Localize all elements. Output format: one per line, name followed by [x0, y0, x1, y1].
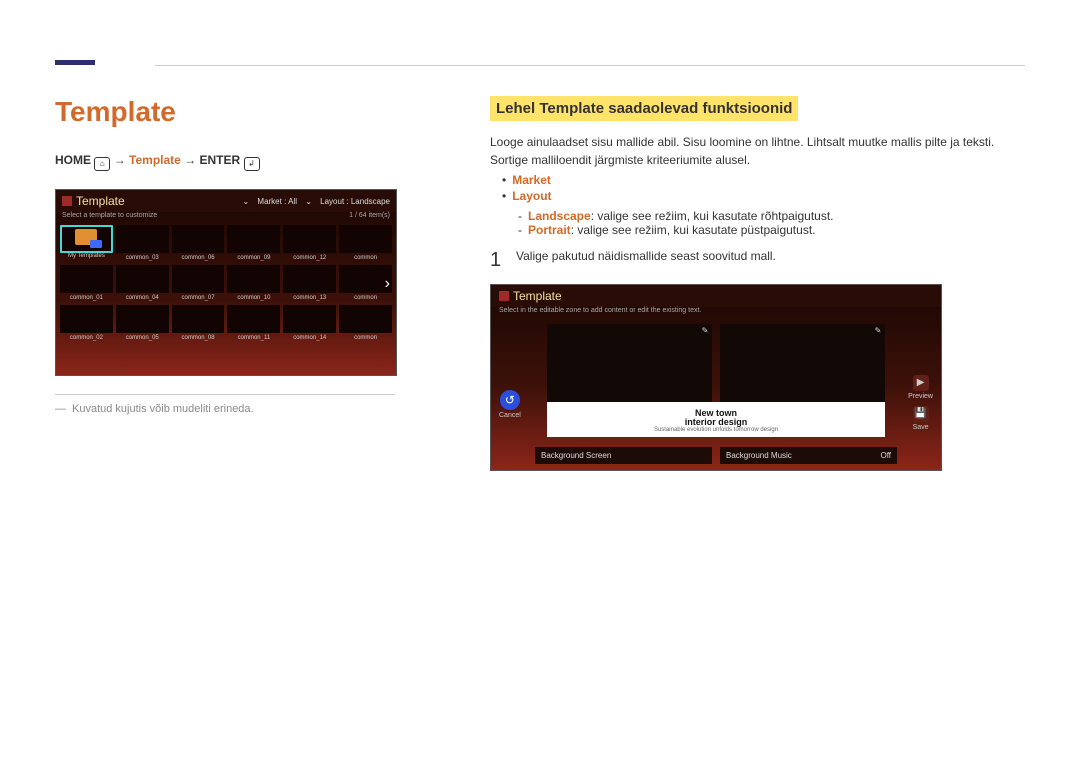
template-cell[interactable]: common_11 [227, 305, 280, 333]
item-count: 1 / 64 item(s) [349, 212, 390, 219]
template-cell[interactable]: common_08 [172, 305, 225, 333]
next-page-arrow-icon[interactable]: › [385, 275, 390, 293]
breadcrumb-arrow: → [184, 153, 199, 167]
bullet-market: Market [512, 173, 551, 187]
page-title: Template [55, 96, 430, 128]
template-cell[interactable]: common_03 [116, 225, 169, 253]
preview-label: Preview [908, 393, 933, 400]
sub-landscape-text: : valige see režiim, kui kasutate rõhtpa… [591, 209, 834, 223]
enter-icon: ↲ [244, 157, 260, 171]
window-title: Template [76, 194, 125, 208]
cancel-icon[interactable]: ↺ [500, 390, 520, 410]
template-cell[interactable]: common_01 [60, 265, 113, 293]
template-editor-screenshot: Template Select in the editable zone to … [490, 284, 942, 471]
template-cell[interactable]: common_06 [172, 225, 225, 253]
breadcrumb-arrow: → [114, 153, 129, 167]
preview-icon[interactable]: ▶ [913, 375, 929, 391]
editor-subtitle: Select in the editable zone to add conte… [491, 307, 941, 320]
breadcrumb-template: Template [129, 153, 181, 167]
step-number: 1 [490, 249, 516, 272]
chevron-down-icon: ⌄ [242, 197, 249, 206]
template-cell[interactable]: common_07 [172, 265, 225, 293]
app-icon [499, 291, 509, 301]
save-label: Save [908, 424, 933, 431]
template-cell[interactable]: common_09 [227, 225, 280, 253]
window-title: Template [513, 289, 562, 303]
breadcrumb-enter: ENTER [200, 153, 241, 167]
template-title-line2: interior design [547, 417, 885, 427]
background-screen-button[interactable]: Background Screen [535, 447, 712, 464]
market-filter[interactable]: Market : All [257, 197, 297, 206]
template-cell[interactable]: common_14 [283, 305, 336, 333]
sub-landscape: Landscape [528, 209, 591, 223]
content-tile-left[interactable]: ✎ [547, 324, 712, 402]
background-music-value: Off [880, 451, 891, 460]
section-heading: Lehel Template saadaolevad funktsioonid [490, 96, 798, 121]
footnote: ―Kuvatud kujutis võib mudeliti erineda. [55, 403, 430, 415]
intro-paragraph: Looge ainulaadset sisu mallide abil. Sis… [490, 135, 1025, 149]
template-cell[interactable]: common_05 [116, 305, 169, 333]
sub-portrait-text: : valige see režiim, kui kasutate püstpa… [571, 223, 816, 237]
my-templates-cell[interactable]: My Templates [60, 225, 113, 253]
edit-icon: ✎ [873, 326, 883, 336]
step-text: Valige pakutud näidismallide seast soovi… [516, 249, 776, 263]
template-subtitle: Sustainable evolution unfolds tomorrow d… [547, 427, 885, 433]
template-cell[interactable]: common_04 [116, 265, 169, 293]
home-icon: ⌂ [94, 157, 110, 171]
folder-icon [75, 229, 97, 245]
template-cell[interactable]: common_12 [283, 225, 336, 253]
sort-paragraph: Sortige malliloendit järgmiste kriteeriu… [490, 153, 1025, 167]
template-cell[interactable]: common [339, 305, 392, 333]
sub-portrait: Portrait [528, 223, 571, 237]
template-cell[interactable]: common_13 [283, 265, 336, 293]
template-list-screenshot: Template ⌄ Market : All ⌄ Layout : Lands… [55, 189, 397, 376]
app-icon [62, 196, 72, 206]
layout-filter[interactable]: Layout : Landscape [320, 197, 390, 206]
template-cell[interactable]: common_10 [227, 265, 280, 293]
list-subtitle: Select a template to customize [62, 212, 157, 219]
content-tile-right[interactable]: ✎ [720, 324, 885, 402]
chevron-down-icon: ⌄ [305, 197, 312, 206]
cancel-label: Cancel [499, 412, 521, 419]
save-icon[interactable]: 💾 [913, 406, 929, 422]
breadcrumb: HOME ⌂ → Template → ENTER ↲ [55, 153, 430, 171]
edit-icon: ✎ [700, 326, 710, 336]
template-cell[interactable]: common_02 [60, 305, 113, 333]
template-cell[interactable]: common [339, 225, 392, 253]
background-music-button[interactable]: Background Music Off [720, 447, 897, 464]
bullet-layout: Layout [512, 189, 551, 203]
breadcrumb-home: HOME [55, 153, 91, 167]
